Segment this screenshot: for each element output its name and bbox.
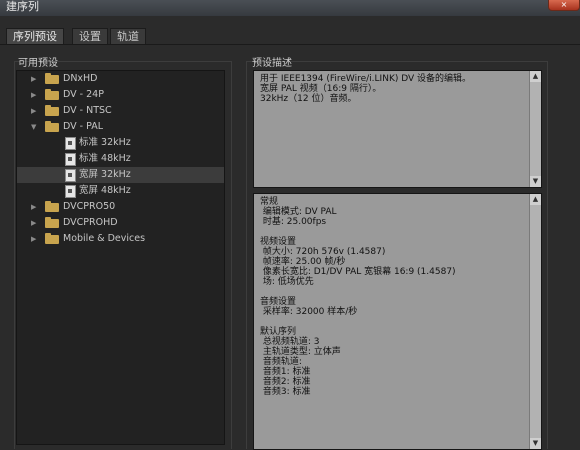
- details-scrollbar[interactable]: ▲ ▼: [529, 194, 541, 449]
- scroll-up-icon[interactable]: ▲: [530, 71, 541, 82]
- preset-file-icon: [65, 137, 76, 150]
- tree-item-label: DV - 24P: [63, 89, 104, 100]
- scroll-up-icon[interactable]: ▲: [530, 194, 541, 205]
- tree-item-label: 宽屏 48kHz: [79, 185, 131, 196]
- expand-arrow-icon[interactable]: ▶: [31, 199, 36, 215]
- tree-item-standard-32khz[interactable]: 标准 32kHz: [17, 135, 224, 151]
- tree-item-dnxhd[interactable]: ▶ DNxHD: [17, 71, 224, 87]
- collapse-arrow-icon[interactable]: ▼: [31, 119, 36, 135]
- tree-item-label: 标准 32kHz: [79, 137, 131, 148]
- folder-icon: [45, 201, 59, 212]
- folder-open-icon: [45, 121, 59, 132]
- scroll-down-icon[interactable]: ▼: [530, 438, 541, 449]
- tree-item-label: DNxHD: [63, 73, 98, 84]
- folder-icon: [45, 217, 59, 228]
- tab-settings[interactable]: 设置: [72, 28, 108, 45]
- tree-item-dvcprohd[interactable]: ▶ DVCPROHD: [17, 215, 224, 231]
- folder-icon: [45, 233, 59, 244]
- tree-item-label: Mobile & Devices: [63, 233, 146, 244]
- expand-arrow-icon[interactable]: ▶: [31, 71, 36, 87]
- expand-arrow-icon[interactable]: ▶: [31, 231, 36, 247]
- tree-item-dvcpro50[interactable]: ▶ DVCPRO50: [17, 199, 224, 215]
- tree-item-mobile-devices[interactable]: ▶ Mobile & Devices: [17, 231, 224, 247]
- title-bar: 建序列 ×: [0, 0, 580, 16]
- preset-details-box: 常规 编辑模式: DV PAL 时基: 25.00fps 视频设置 帧大小: 7…: [253, 193, 542, 450]
- preset-tree: ▶ DNxHD ▶ DV - 24P ▶ DV - NTSC ▼ DV - PA…: [16, 70, 225, 445]
- expand-arrow-icon[interactable]: ▶: [31, 87, 36, 103]
- tree-item-label: DVCPROHD: [63, 217, 118, 228]
- tree-item-widescreen-32khz[interactable]: 宽屏 32kHz: [17, 167, 224, 183]
- expand-arrow-icon[interactable]: ▶: [31, 103, 36, 119]
- description-scrollbar[interactable]: ▲ ▼: [529, 71, 541, 187]
- tree-item-label: 标准 48kHz: [79, 153, 131, 164]
- tree-item-label: DV - NTSC: [63, 105, 112, 116]
- folder-icon: [45, 73, 59, 84]
- tab-tracks[interactable]: 轨道: [110, 28, 146, 45]
- preset-description-box: 用于 IEEE1394 (FireWire/i.LINK) DV 设备的编辑。 …: [253, 70, 542, 188]
- tree-item-dv-24p[interactable]: ▶ DV - 24P: [17, 87, 224, 103]
- tree-item-label: DVCPRO50: [63, 201, 116, 212]
- close-icon[interactable]: ×: [548, 0, 580, 11]
- tree-item-dv-pal[interactable]: ▼ DV - PAL: [17, 119, 224, 135]
- preset-file-icon: [65, 153, 76, 166]
- folder-icon: [45, 89, 59, 100]
- window-title: 建序列: [6, 0, 39, 13]
- scroll-down-icon[interactable]: ▼: [530, 176, 541, 187]
- expand-arrow-icon[interactable]: ▶: [31, 215, 36, 231]
- folder-icon: [45, 105, 59, 116]
- tab-divider: [0, 44, 580, 45]
- tree-item-standard-48khz[interactable]: 标准 48kHz: [17, 151, 224, 167]
- tab-bar: 序列预设 设置 轨道: [0, 28, 580, 45]
- preset-description-text: 用于 IEEE1394 (FireWire/i.LINK) DV 设备的编辑。 …: [260, 74, 472, 104]
- tab-sequence-presets[interactable]: 序列预设: [6, 28, 64, 45]
- tree-item-label: 宽屏 32kHz: [79, 169, 131, 180]
- tree-item-dv-ntsc[interactable]: ▶ DV - NTSC: [17, 103, 224, 119]
- preset-file-icon: [65, 185, 76, 198]
- available-presets-label: 可用预设: [18, 58, 58, 69]
- preset-description-label: 预设描述: [252, 58, 292, 69]
- tree-item-label: DV - PAL: [63, 121, 104, 132]
- preset-details-text: 常规 编辑模式: DV PAL 时基: 25.00fps 视频设置 帧大小: 7…: [260, 197, 456, 397]
- preset-file-icon: [65, 169, 76, 182]
- tree-item-widescreen-48khz[interactable]: 宽屏 48kHz: [17, 183, 224, 199]
